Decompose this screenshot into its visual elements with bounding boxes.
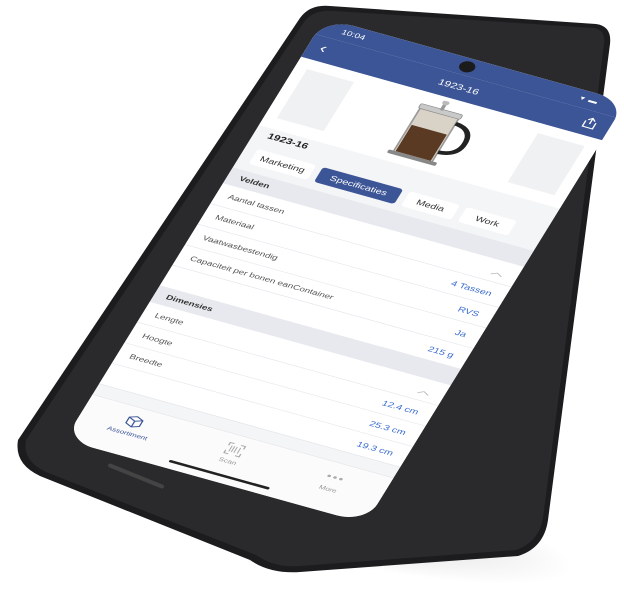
nav-label: More — [317, 483, 339, 495]
spec-label: Materiaal — [213, 213, 256, 232]
spec-value: 12.4 cm — [380, 398, 421, 417]
spec-label: Lengte — [152, 311, 186, 327]
spec-value: 19.3 cm — [354, 439, 396, 458]
nav-more[interactable]: More — [293, 462, 373, 501]
more-icon — [327, 474, 343, 481]
stage: 10:04 ▾ ▬ ‹ 1923-16 1923-16 Marketing Sp… — [0, 0, 624, 613]
spec-label: Breedte — [127, 352, 165, 369]
signal-icon: ▾ ▬ — [578, 94, 600, 106]
chevron-up-icon[interactable]: ︿ — [489, 265, 508, 280]
chevron-up-icon[interactable]: ︿ — [415, 384, 434, 399]
nav-assortiment[interactable]: Assortiment — [92, 406, 172, 445]
nav-scan[interactable]: Scan — [192, 434, 272, 473]
spec-value: Ja — [453, 327, 469, 339]
image-thumbnail-right[interactable] — [507, 133, 585, 196]
spec-label: Hoogte — [140, 332, 175, 348]
camera-notch — [456, 59, 478, 75]
spec-value: 25.3 cm — [367, 419, 409, 437]
scan-icon — [223, 441, 247, 458]
nav-label: Scan — [217, 455, 239, 467]
box-icon — [125, 416, 144, 428]
spec-value: RVS — [455, 304, 482, 319]
spec-value: 215 g — [425, 344, 456, 360]
status-time: 10:04 — [339, 28, 367, 42]
image-thumbnail-left[interactable] — [276, 69, 354, 132]
